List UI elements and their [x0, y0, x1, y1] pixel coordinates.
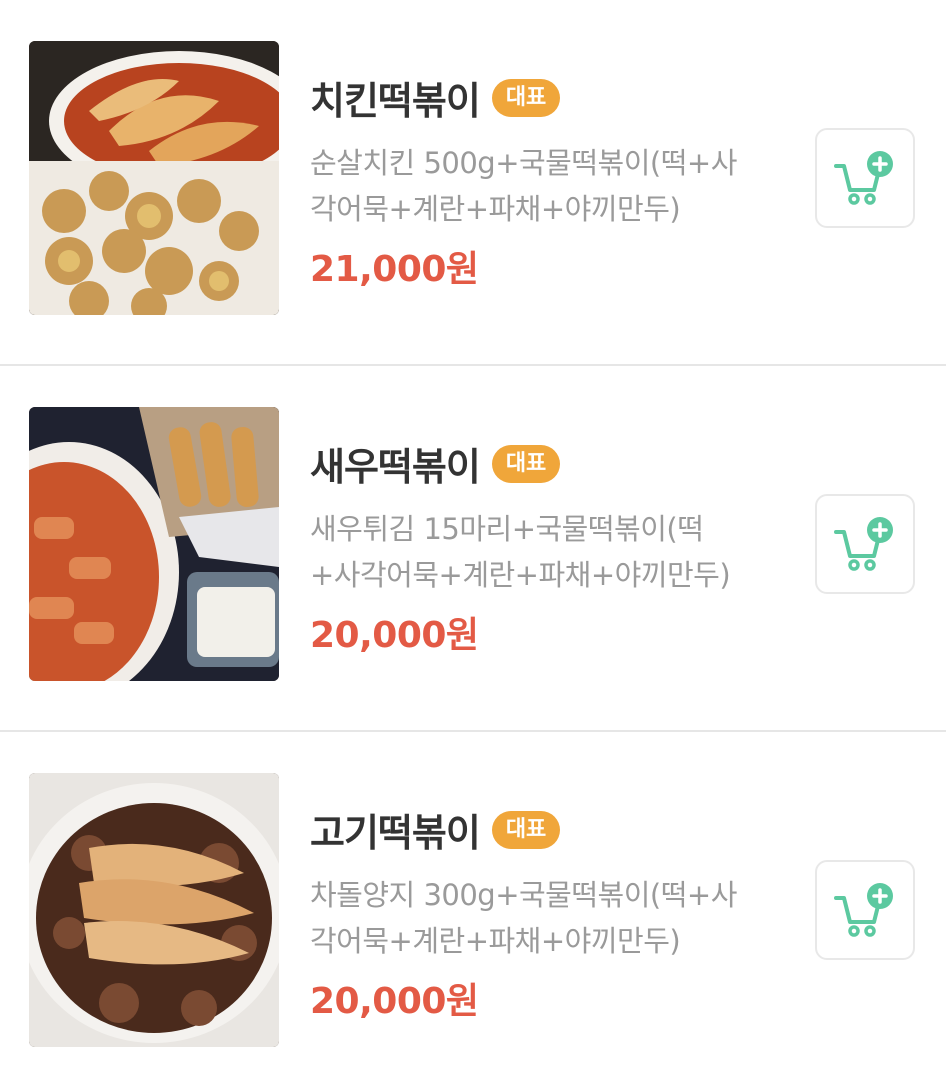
menu-item-description: 순살치킨 500g+국물떡볶이(떡+사각어묵+계란+파채+야끼만두) [310, 146, 737, 226]
signature-badge: 대표 [491, 810, 561, 849]
menu-item-description: 새우튀김 15마리+국물떡볶이(떡+사각어묵+계란+파채+야끼만두) [310, 512, 731, 592]
menu-item-name: 새우떡볶이 [310, 445, 481, 489]
cart-plus-icon [834, 517, 893, 571]
menu-list: 치킨떡볶이 대표 순살치킨 500g+국물떡볶이(떡+사각어묵+계란+파채+야끼… [0, 0, 946, 1084]
signature-badge: 대표 [491, 78, 561, 117]
menu-item[interactable]: 고기떡볶이 대표 차돌양지 300g+국물떡볶이(떡+사각어묵+계란+파채+야끼… [0, 732, 946, 1084]
menu-item-image[interactable] [29, 41, 279, 315]
menu-item[interactable]: 치킨떡볶이 대표 순살치킨 500g+국물떡볶이(떡+사각어묵+계란+파채+야끼… [0, 0, 946, 366]
add-to-cart-button[interactable] [815, 128, 915, 228]
signature-badge: 대표 [491, 444, 561, 483]
menu-item-title-row: 새우떡볶이 대표 [310, 436, 561, 491]
shrimp-tteokbokki-photo [29, 407, 279, 681]
menu-item-name: 고기떡볶이 [310, 811, 481, 855]
add-to-cart-button[interactable] [815, 860, 915, 960]
menu-item-image[interactable] [29, 407, 279, 681]
menu-item[interactable]: 새우떡볶이 대표 새우튀김 15마리+국물떡볶이(떡+사각어묵+계란+파채+야끼… [0, 366, 946, 732]
menu-item-name: 치킨떡볶이 [310, 79, 481, 123]
menu-item-price: 20,000원 [310, 981, 479, 1022]
menu-item-price: 21,000원 [310, 249, 479, 290]
chicken-tteokbokki-photo [29, 41, 279, 315]
menu-item-price: 20,000원 [310, 615, 479, 656]
menu-item-description: 차돌양지 300g+국물떡볶이(떡+사각어묵+계란+파채+야끼만두) [310, 878, 737, 958]
menu-item-title-row: 고기떡볶이 대표 [310, 802, 561, 857]
cart-plus-icon [834, 151, 893, 205]
add-to-cart-button[interactable] [815, 494, 915, 594]
menu-item-title-row: 치킨떡볶이 대표 [310, 70, 561, 125]
beef-tteokbokki-photo [29, 773, 279, 1047]
menu-item-image[interactable] [29, 773, 279, 1047]
cart-plus-icon [834, 883, 893, 937]
